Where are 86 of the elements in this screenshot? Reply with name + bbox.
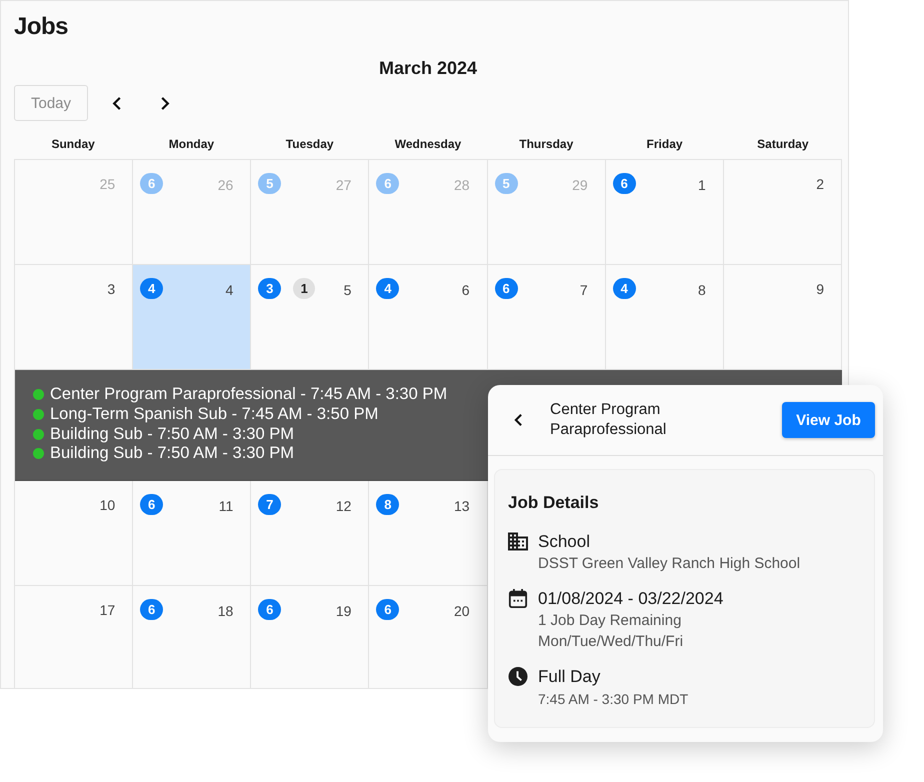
job-count-badge: 3 bbox=[258, 278, 282, 299]
job-count-badge: 6 bbox=[612, 173, 636, 194]
day-number: 2 bbox=[816, 175, 824, 192]
detail-heading: 01/08/2024 - 03/22/2024 bbox=[538, 588, 724, 610]
detail-heading: Full Day bbox=[538, 666, 600, 688]
job-count-badge: 6 bbox=[258, 598, 282, 620]
day-number: 13 bbox=[454, 496, 470, 514]
status-dot-icon bbox=[33, 409, 44, 420]
job-summary: Center Program Paraprofessional - 7:45 AM - 3:30 PM bbox=[50, 385, 448, 404]
day-number: 5 bbox=[344, 281, 352, 298]
day-cell[interactable]: 3 1 5 bbox=[251, 265, 370, 370]
chevron-right-icon bbox=[160, 96, 170, 110]
day-cell[interactable]: 4 6 bbox=[369, 265, 488, 370]
job-summary: Building Sub - 7:50 AM - 3:30 PM bbox=[50, 424, 294, 444]
job-count-badge: 6 bbox=[140, 173, 164, 194]
day-number: 8 bbox=[698, 281, 706, 298]
detail-text: 1 Job Day Remaining bbox=[538, 611, 682, 631]
day-cell[interactable]: 9 bbox=[724, 265, 842, 370]
job-count-badge: 1 bbox=[293, 278, 316, 299]
day-number: 19 bbox=[336, 602, 352, 619]
section-title: Job Details bbox=[508, 492, 599, 514]
view-job-button[interactable]: View Job bbox=[782, 402, 875, 438]
day-cell[interactable]: 10 bbox=[15, 480, 134, 586]
day-cell[interactable]: 7 12 bbox=[251, 480, 370, 586]
day-number: 9 bbox=[816, 280, 824, 297]
job-count-badge: 5 bbox=[258, 173, 282, 194]
job-count-badge: 6 bbox=[140, 494, 164, 515]
job-count-badge: 4 bbox=[140, 278, 164, 299]
job-title: Center Program Paraprofessional bbox=[550, 400, 668, 440]
weekday-label: Wednesday bbox=[394, 137, 462, 151]
job-count-badge: 5 bbox=[494, 173, 518, 194]
day-number: 1 bbox=[698, 176, 706, 193]
chevron-left-icon bbox=[514, 413, 523, 427]
status-dot-icon bbox=[33, 428, 44, 440]
day-cell[interactable]: 3 bbox=[15, 265, 134, 370]
weekday-label: Friday bbox=[646, 137, 683, 151]
day-cell[interactable]: 6 7 bbox=[488, 265, 606, 370]
job-count-badge: 6 bbox=[140, 598, 164, 620]
weekday-label: Monday bbox=[168, 137, 214, 151]
detail-text: Mon/Tue/Wed/Thu/Fri bbox=[538, 632, 684, 652]
status-dot-icon bbox=[33, 389, 44, 400]
day-number: 27 bbox=[336, 176, 352, 193]
detail-text: DSST Green Valley Ranch High School bbox=[538, 554, 800, 574]
day-cell[interactable]: 4 4 bbox=[133, 265, 252, 370]
day-number: 4 bbox=[225, 281, 234, 298]
job-count-badge: 4 bbox=[612, 278, 636, 299]
day-number: 7 bbox=[580, 281, 588, 298]
day-number: 6 bbox=[462, 281, 470, 298]
job-count-badge: 6 bbox=[494, 278, 518, 299]
day-number: 10 bbox=[100, 496, 116, 513]
detail-text: 7:45 AM - 3:30 PM MDT bbox=[538, 690, 688, 709]
job-count-badge: 6 bbox=[376, 598, 400, 620]
day-cell[interactable]: 4 8 bbox=[606, 265, 724, 370]
calendar-icon bbox=[508, 589, 528, 608]
chevron-left-icon bbox=[112, 96, 122, 110]
day-number: 25 bbox=[100, 175, 116, 192]
day-number: 12 bbox=[336, 496, 352, 514]
day-number: 20 bbox=[454, 602, 470, 619]
status-dot-icon bbox=[33, 448, 44, 460]
job-count-badge: 6 bbox=[376, 173, 400, 194]
weekday-label: Sunday bbox=[51, 137, 95, 151]
day-number: 3 bbox=[107, 280, 116, 297]
clock-icon bbox=[508, 667, 528, 686]
day-cell[interactable]: 6 1 bbox=[606, 160, 724, 265]
page-title: Jobs bbox=[14, 12, 68, 42]
day-number: 18 bbox=[218, 602, 234, 619]
building-icon bbox=[508, 532, 528, 551]
day-number: 17 bbox=[100, 600, 116, 618]
job-summary: Building Sub - 7:50 AM - 3:30 PM bbox=[50, 444, 294, 464]
day-number: 29 bbox=[572, 176, 588, 193]
back-button[interactable] bbox=[514, 413, 523, 427]
detail-heading: School bbox=[538, 531, 590, 553]
day-cell[interactable]: 6 11 bbox=[133, 480, 252, 586]
day-number: 11 bbox=[218, 496, 234, 514]
day-number: 28 bbox=[454, 176, 470, 193]
job-count-badge: 8 bbox=[376, 494, 400, 515]
day-cell[interactable]: 8 13 bbox=[369, 480, 488, 586]
weekday-label: Saturday bbox=[757, 137, 809, 151]
month-title: March 2024 bbox=[378, 57, 478, 80]
weekday-label: Thursday bbox=[519, 137, 574, 151]
job-summary: Long-Term Spanish Sub - 7:45 AM - 3:50 PM bbox=[50, 405, 378, 424]
job-count-badge: 4 bbox=[376, 278, 400, 299]
weekday-label: Tuesday bbox=[286, 137, 334, 151]
day-number: 26 bbox=[218, 176, 234, 193]
day-cell[interactable]: 2 bbox=[724, 160, 842, 265]
job-count-badge: 7 bbox=[258, 494, 282, 515]
